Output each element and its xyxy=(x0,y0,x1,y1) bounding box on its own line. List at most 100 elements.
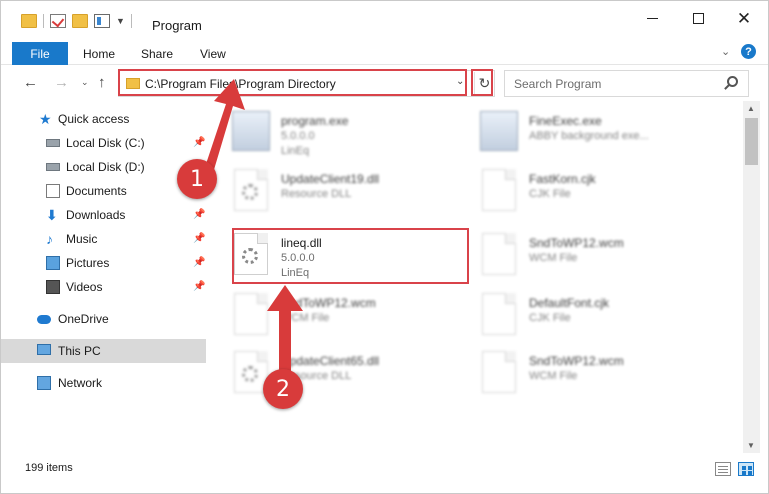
sidebar-item-label: Network xyxy=(58,376,103,390)
vertical-scrollbar[interactable]: ▲ ▼ xyxy=(743,101,760,453)
list-item[interactable]: SndToWP12.wcm WCM File xyxy=(457,345,697,405)
sidebar-item-videos[interactable]: Videos 📌 xyxy=(1,275,206,299)
search-input[interactable]: Search Program xyxy=(504,70,749,97)
star-icon: ★ xyxy=(39,111,52,127)
list-item[interactable]: DefaultFont.cjk CJK File xyxy=(457,287,697,347)
scroll-down-icon[interactable]: ▼ xyxy=(747,441,755,450)
recent-locations-icon[interactable]: ⌄ xyxy=(81,77,89,88)
sidebar-item-pictures[interactable]: Pictures 📌 xyxy=(1,251,206,275)
search-placeholder: Search Program xyxy=(514,77,602,91)
expand-ribbon-icon[interactable]: ⌄ xyxy=(721,45,730,58)
up-button[interactable]: ↑ xyxy=(98,74,106,91)
scroll-up-icon[interactable]: ▲ xyxy=(747,104,755,113)
file-icon xyxy=(482,169,516,211)
file-type: WCM File xyxy=(529,252,578,264)
new-folder-icon[interactable] xyxy=(72,14,88,28)
highlight-box-address xyxy=(118,69,467,96)
sidebar-item-music[interactable]: ♪ Music 📌 xyxy=(1,227,206,251)
pin-icon[interactable]: 📌 xyxy=(193,233,205,244)
title-bar: ▼ Program ✕ xyxy=(1,1,768,37)
pictures-icon xyxy=(46,256,60,270)
sidebar-item-this-pc[interactable]: This PC xyxy=(1,339,206,363)
tab-view[interactable]: View xyxy=(200,47,226,61)
ribbon-tabs: File Home Share View ⌄ ? xyxy=(1,38,768,65)
maximize-button[interactable] xyxy=(675,1,721,35)
close-icon: ✕ xyxy=(736,8,752,28)
sidebar-item-label: Documents xyxy=(66,184,127,198)
back-button[interactable]: ← xyxy=(23,74,38,91)
sidebar-item-label: Local Disk (C:) xyxy=(66,136,145,150)
search-icon xyxy=(727,76,738,87)
file-name: UpdateClient65.dll xyxy=(281,354,380,368)
list-item[interactable]: SndToWP12.wcm WCM File xyxy=(457,227,697,287)
file-name: program.exe xyxy=(281,114,349,128)
status-bar: 199 items xyxy=(1,457,768,481)
pin-icon[interactable]: 📌 xyxy=(193,281,205,292)
sidebar-item-label: Pictures xyxy=(66,256,110,270)
tab-home[interactable]: Home xyxy=(83,47,115,61)
list-item[interactable]: UpdateClient19.dll Resource DLL xyxy=(209,163,449,223)
properties-icon[interactable] xyxy=(94,14,110,28)
videos-icon xyxy=(46,280,60,294)
sidebar-item-network[interactable]: Network xyxy=(1,371,206,395)
details-view-icon[interactable] xyxy=(715,462,731,476)
pin-icon[interactable]: 📌 xyxy=(193,137,205,148)
customize-toolbar-icon[interactable]: ▼ xyxy=(116,16,125,26)
list-item[interactable]: SndToWP12.wcm WCM File xyxy=(209,287,449,347)
pin-icon[interactable]: 📌 xyxy=(193,257,205,268)
file-name: SndToWP12.wcm xyxy=(281,296,376,310)
list-item[interactable]: UpdateClient65.dll Resource DLL xyxy=(209,345,449,405)
sidebar-item-label: OneDrive xyxy=(58,312,109,326)
scroll-thumb[interactable] xyxy=(745,118,758,165)
sidebar-item-label: Music xyxy=(66,232,98,246)
large-icons-view-icon[interactable] xyxy=(738,462,754,476)
minimize-button[interactable] xyxy=(629,1,675,35)
pin-icon[interactable]: 📌 xyxy=(193,209,205,220)
disk-icon xyxy=(46,163,60,171)
sidebar-item-documents[interactable]: Documents 📌 xyxy=(1,179,206,203)
file-name: FineExec.exe xyxy=(529,114,602,128)
list-item[interactable]: FineExec.exe ABBY background exe... xyxy=(457,105,697,165)
file-type: CJK File xyxy=(529,312,571,324)
help-icon[interactable]: ? xyxy=(741,44,756,59)
close-button[interactable]: ✕ xyxy=(721,1,767,35)
sidebar-item-quick-access[interactable]: ★ Quick access xyxy=(1,107,206,131)
file-name: DefaultFont.cjk xyxy=(529,296,610,310)
file-icon xyxy=(482,351,516,393)
sidebar-item-downloads[interactable]: ⬇ Downloads 📌 xyxy=(1,203,206,227)
navigation-pane: ★ Quick access Local Disk (C:) 📌 Local D… xyxy=(1,101,208,453)
item-count: 199 items xyxy=(25,462,73,474)
tab-file[interactable]: File xyxy=(12,42,68,65)
minimize-icon xyxy=(646,17,658,19)
window-title: Program xyxy=(152,18,202,33)
exe-icon xyxy=(480,111,518,151)
file-version: 5.0.0.0 xyxy=(281,130,315,142)
gear-icon xyxy=(242,366,258,382)
file-type: ABBY background exe... xyxy=(529,130,649,142)
folder-icon xyxy=(21,14,37,28)
list-item[interactable]: program.exe 5.0.0.0 LinEq xyxy=(209,105,449,165)
file-name: FastKorn.cjk xyxy=(529,172,596,186)
documents-icon xyxy=(46,184,60,198)
toolbar-divider xyxy=(43,14,44,28)
music-icon: ♪ xyxy=(46,231,53,247)
step-badge-1: 1 xyxy=(177,159,217,199)
checkbox-icon[interactable] xyxy=(50,14,66,28)
network-icon xyxy=(37,376,51,390)
sidebar-item-local-disk-c[interactable]: Local Disk (C:) 📌 xyxy=(1,131,206,155)
file-icon xyxy=(482,233,516,275)
download-icon: ⬇ xyxy=(46,207,58,223)
sidebar-item-label: Downloads xyxy=(66,208,126,222)
file-company: LinEq xyxy=(281,145,310,157)
exe-icon xyxy=(232,111,270,151)
tab-share[interactable]: Share xyxy=(141,47,173,61)
sidebar-item-local-disk-d[interactable]: Local Disk (D:) xyxy=(1,155,206,179)
disk-icon xyxy=(46,139,60,147)
file-type: Resource DLL xyxy=(281,188,352,200)
file-type: WCM File xyxy=(529,370,578,382)
sidebar-item-onedrive[interactable]: OneDrive xyxy=(1,307,206,331)
forward-button[interactable]: → xyxy=(54,74,69,91)
sidebar-item-label: This PC xyxy=(58,344,101,358)
gear-icon xyxy=(242,184,258,200)
list-item[interactable]: FastKorn.cjk CJK File xyxy=(457,163,697,223)
